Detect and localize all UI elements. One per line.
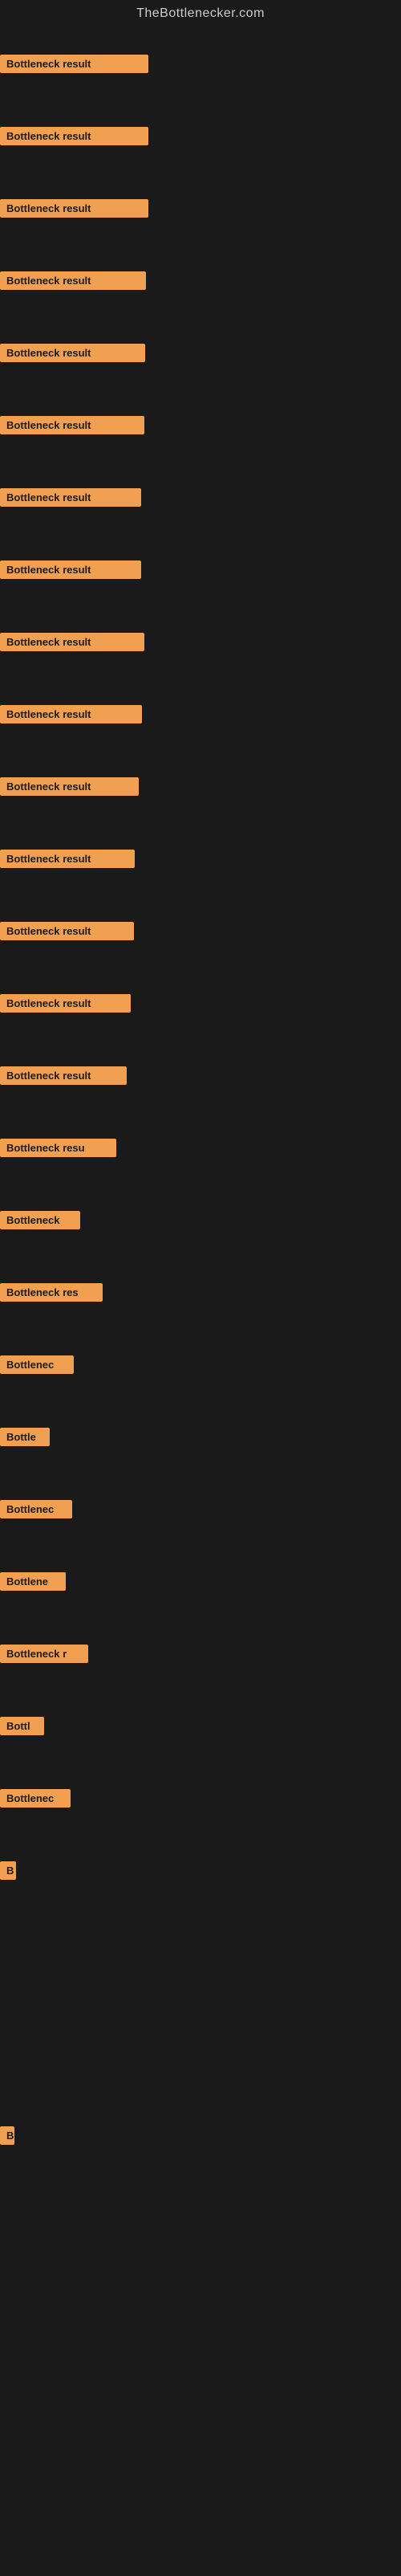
- bottleneck-result-item[interactable]: Bottleneck: [0, 1211, 80, 1229]
- bottleneck-result-item[interactable]: Bottleneck result: [0, 1066, 127, 1085]
- bottleneck-result-item[interactable]: Bottlenec: [0, 1500, 72, 1518]
- bottleneck-result-item[interactable]: Bottleneck result: [0, 777, 139, 796]
- bottleneck-result-item[interactable]: Bottleneck result: [0, 488, 141, 507]
- bottleneck-result-item[interactable]: Bottleneck result: [0, 416, 144, 434]
- bottleneck-result-item[interactable]: Bottleneck result: [0, 199, 148, 218]
- site-title: TheBottlenecker.com: [0, 0, 401, 31]
- bottleneck-result-item[interactable]: B: [0, 2126, 14, 2145]
- bottleneck-result-item[interactable]: B: [0, 1861, 16, 1880]
- bottleneck-result-item[interactable]: Bottleneck result: [0, 922, 134, 940]
- bottleneck-result-item[interactable]: Bottleneck r: [0, 1645, 88, 1663]
- bottleneck-result-item[interactable]: Bottleneck res: [0, 1283, 103, 1302]
- bottleneck-result-item[interactable]: Bottlenec: [0, 1789, 71, 1808]
- bottleneck-result-item[interactable]: Bottleneck result: [0, 271, 146, 290]
- bottleneck-result-item[interactable]: Bottle: [0, 1428, 50, 1446]
- bottleneck-result-item[interactable]: Bottlene: [0, 1572, 66, 1591]
- bottleneck-result-item[interactable]: Bottleneck result: [0, 705, 142, 723]
- bottleneck-result-item[interactable]: Bottleneck result: [0, 344, 145, 362]
- bottleneck-result-item[interactable]: Bottleneck result: [0, 994, 131, 1013]
- bottleneck-result-item[interactable]: Bottleneck resu: [0, 1139, 116, 1157]
- bottleneck-result-item[interactable]: Bottleneck result: [0, 633, 144, 651]
- bottleneck-result-item[interactable]: Bottleneck result: [0, 850, 135, 868]
- bottleneck-result-item[interactable]: Bottlenec: [0, 1355, 74, 1374]
- bottleneck-result-item[interactable]: Bottleneck result: [0, 55, 148, 73]
- bottleneck-result-item[interactable]: Bottleneck result: [0, 127, 148, 145]
- bottleneck-result-item[interactable]: Bottl: [0, 1717, 44, 1735]
- bottleneck-result-item[interactable]: Bottleneck result: [0, 560, 141, 579]
